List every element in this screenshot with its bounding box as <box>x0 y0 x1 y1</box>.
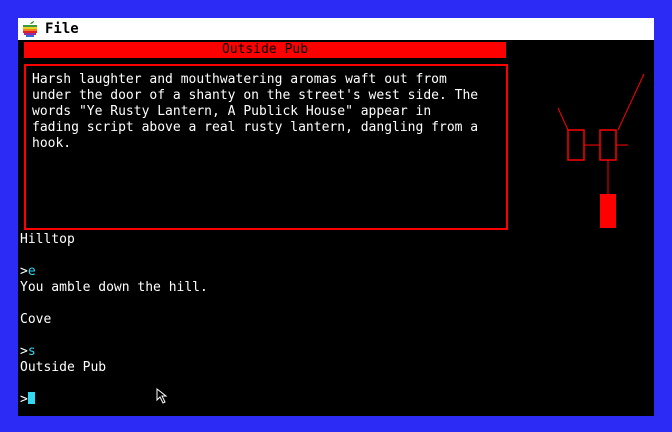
room-map <box>557 73 645 228</box>
transcript: Hilltop >e You amble down the hill. Cove… <box>20 232 500 408</box>
command-line: >e <box>20 264 500 280</box>
command-text: e <box>27 264 36 279</box>
transcript-line: Cove <box>20 312 52 327</box>
description-panel: Harsh laughter and mouthwatering aromas … <box>24 64 508 230</box>
menu-bar: File <box>18 18 654 41</box>
prompt-symbol: > <box>20 392 28 407</box>
apple-logo-icon[interactable] <box>21 20 39 38</box>
transcript-line: You amble down the hill. <box>20 280 208 295</box>
map-path <box>617 73 645 131</box>
text-cursor <box>27 392 35 404</box>
input-line[interactable]: > <box>20 392 500 408</box>
file-menu[interactable]: File <box>45 20 79 38</box>
transcript-line: Outside Pub <box>20 360 107 375</box>
location-title: Outside Pub <box>24 42 506 58</box>
mouse-pointer-icon <box>156 388 168 404</box>
prompt-symbol: > <box>20 344 28 359</box>
location-description: Harsh laughter and mouthwatering aromas … <box>32 72 479 151</box>
prompt-symbol: > <box>20 264 28 279</box>
map-room <box>567 129 585 161</box>
game-screen: File Outside Pub Harsh laughter and mout… <box>18 18 654 416</box>
map-current-room <box>600 194 616 228</box>
command-text: s <box>27 344 36 359</box>
transcript-line: Hilltop <box>20 232 75 247</box>
map-path <box>557 107 569 131</box>
command-line: >s <box>20 344 500 360</box>
map-room <box>599 129 617 161</box>
